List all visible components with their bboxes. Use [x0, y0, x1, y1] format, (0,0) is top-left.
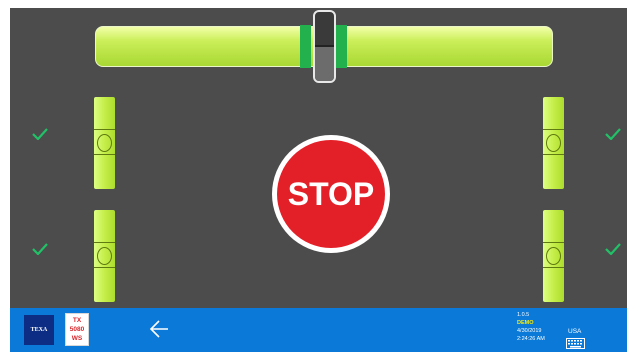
- check-icon: [32, 243, 48, 255]
- check-icon: [32, 128, 48, 140]
- bubble: [546, 134, 561, 152]
- target-marker-left: [300, 25, 311, 68]
- region-label: USA: [568, 328, 582, 335]
- level-indicator-knob[interactable]: [313, 10, 336, 83]
- bubble: [546, 247, 561, 265]
- texa-logo: TEXA: [24, 315, 54, 345]
- version-text: 1.0.5: [517, 312, 530, 318]
- mode-badge: DEMO: [517, 320, 534, 326]
- stop-label: STOP: [277, 140, 385, 248]
- keyboard-icon[interactable]: [566, 338, 585, 349]
- footer-bar: TEXA TX 5080 WS 1.0.5 DEMO 4/30/2019 2:24:…: [10, 308, 627, 352]
- time-text: 2:24:26 AM: [517, 336, 545, 342]
- date-text: 4/30/2019: [517, 328, 542, 334]
- target-marker-right: [336, 25, 347, 68]
- check-icon: [605, 128, 621, 140]
- system-info: 1.0.5 DEMO 4/30/2019 2:24:26 AM: [517, 311, 545, 343]
- vial-front-right: [543, 97, 564, 189]
- bubble: [97, 247, 112, 265]
- stop-sign: STOP: [272, 135, 390, 253]
- product-logo: TX 5080 WS: [65, 313, 89, 346]
- vial-front-left: [94, 97, 115, 189]
- bubble: [97, 134, 112, 152]
- arrow-left-icon[interactable]: [148, 318, 170, 340]
- vial-rear-left: [94, 210, 115, 302]
- vial-rear-right: [543, 210, 564, 302]
- alignment-panel: STOP: [10, 8, 627, 308]
- check-icon: [605, 243, 621, 255]
